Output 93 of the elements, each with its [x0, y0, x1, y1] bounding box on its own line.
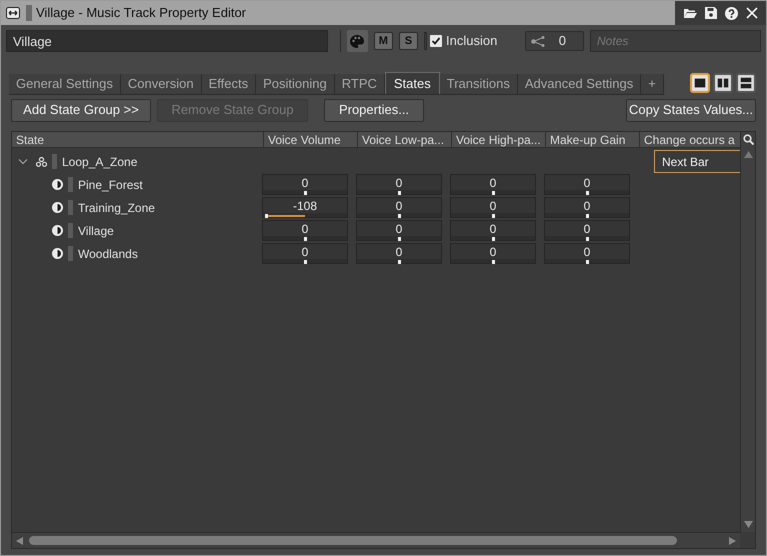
layout-button[interactable]	[690, 73, 710, 93]
share-button[interactable]: 0	[525, 31, 584, 51]
color-swatch	[52, 154, 57, 169]
state-group-name[interactable]: Loop_A_Zone	[62, 152, 138, 170]
slider-thumb[interactable]	[398, 260, 400, 264]
horizontal-scrollbar[interactable]	[12, 532, 740, 548]
column-header[interactable]: Make-up Gain	[546, 132, 640, 147]
value-slider[interactable]: 0	[450, 174, 536, 195]
tab[interactable]: Effects	[202, 74, 256, 94]
value-slider[interactable]: 0	[544, 197, 630, 218]
tab[interactable]: Positioning	[256, 74, 335, 94]
state-icon	[52, 248, 63, 259]
color-swatch	[68, 177, 73, 192]
color-swatch	[68, 200, 73, 215]
close-icon[interactable]	[746, 7, 758, 19]
tab[interactable]: RTPC	[334, 74, 385, 94]
slider-thumb[interactable]	[398, 237, 400, 241]
notes-field[interactable]: Notes	[590, 30, 762, 52]
slider-thumb[interactable]	[492, 237, 494, 241]
value-slider[interactable]: 0	[356, 220, 442, 241]
state-name[interactable]: Training_Zone	[78, 198, 262, 216]
action-button[interactable]: Add State Group >>	[11, 98, 151, 122]
value-slider[interactable]: 0	[262, 220, 348, 241]
layout-button[interactable]	[736, 73, 756, 93]
state-name[interactable]: Pine_Forest	[78, 176, 262, 194]
help-icon[interactable]	[725, 6, 738, 20]
slider-thumb[interactable]	[586, 237, 588, 241]
column-header[interactable]: Voice High-pa...	[452, 132, 546, 147]
color-swatch	[68, 223, 73, 238]
two-rows-icon	[739, 76, 753, 90]
value-slider[interactable]: -108	[262, 197, 348, 218]
save-icon[interactable]	[705, 7, 717, 19]
state-icon	[52, 225, 63, 236]
value-slider[interactable]: 0	[450, 243, 536, 264]
single-pane-icon	[693, 76, 707, 90]
slider-thumb[interactable]	[304, 237, 306, 241]
slider-thumb[interactable]	[492, 214, 494, 218]
inclusion-label: Inclusion	[446, 32, 498, 50]
tab[interactable]: Advanced Settings	[518, 74, 642, 94]
slider-thumb[interactable]	[492, 260, 494, 264]
name-field[interactable]: Village	[6, 30, 328, 52]
value-slider[interactable]: 0	[450, 197, 536, 218]
state-group-icon	[36, 156, 47, 166]
slider-thumb[interactable]	[398, 214, 400, 218]
value-slider[interactable]: 0	[544, 174, 630, 195]
tab[interactable]: General Settings	[9, 74, 121, 94]
slider-thumb[interactable]	[264, 214, 268, 218]
scroll-right-icon[interactable]	[729, 536, 736, 544]
color-swatch	[68, 246, 73, 261]
value-slider[interactable]: 0	[356, 243, 442, 264]
inclusion-checkbox[interactable]	[430, 35, 442, 47]
value-slider[interactable]: 0	[356, 174, 442, 195]
column-header[interactable]: Voice Volume	[264, 132, 358, 147]
scroll-down-icon[interactable]	[744, 521, 752, 528]
tab[interactable]: Transitions	[440, 74, 518, 94]
color-swatch	[26, 5, 32, 21]
folder-icon[interactable]	[683, 7, 697, 19]
value-slider[interactable]: 0	[356, 197, 442, 218]
scroll-left-icon[interactable]	[16, 536, 23, 544]
layout-button[interactable]	[713, 73, 733, 93]
two-columns-icon	[716, 76, 730, 90]
palette-icon	[350, 34, 364, 48]
state-icon	[52, 179, 63, 190]
value-slider[interactable]: 0	[262, 243, 348, 264]
state-icon	[52, 202, 63, 213]
slider-thumb[interactable]	[304, 260, 306, 264]
slider-thumb[interactable]	[586, 191, 588, 195]
value-slider[interactable]: 0	[544, 220, 630, 241]
search-icon[interactable]	[742, 134, 754, 145]
color-button[interactable]	[346, 30, 368, 52]
slider-thumb[interactable]	[586, 214, 588, 218]
share-icon	[531, 36, 546, 46]
tab[interactable]: States	[384, 72, 440, 94]
action-button[interactable]: Properties...	[324, 98, 424, 122]
transition-dropdown[interactable]: Next Bar	[654, 150, 740, 173]
column-header[interactable]: State	[12, 132, 264, 147]
scrollbar-thumb[interactable]	[29, 536, 677, 545]
value-slider[interactable]: 0	[262, 174, 348, 195]
state-name[interactable]: Village	[78, 222, 262, 240]
action-button[interactable]: Copy States Values...	[626, 98, 756, 122]
value-slider[interactable]: 0	[450, 220, 536, 241]
state-name[interactable]: Woodlands	[78, 244, 262, 262]
slider-thumb[interactable]	[304, 191, 306, 195]
column-header[interactable]: Voice Low-pa...	[358, 132, 452, 147]
slider-thumb[interactable]	[586, 260, 588, 264]
expand-icon[interactable]	[18, 158, 28, 164]
tab[interactable]: +	[641, 74, 664, 94]
window-title: Village - Music Track Property Editor	[36, 4, 246, 22]
window-icon[interactable]	[6, 7, 20, 19]
tab[interactable]: Conversion	[120, 74, 202, 94]
value-slider[interactable]: 0	[544, 243, 630, 264]
slider-thumb[interactable]	[398, 191, 400, 195]
slider-thumb[interactable]	[492, 191, 494, 195]
